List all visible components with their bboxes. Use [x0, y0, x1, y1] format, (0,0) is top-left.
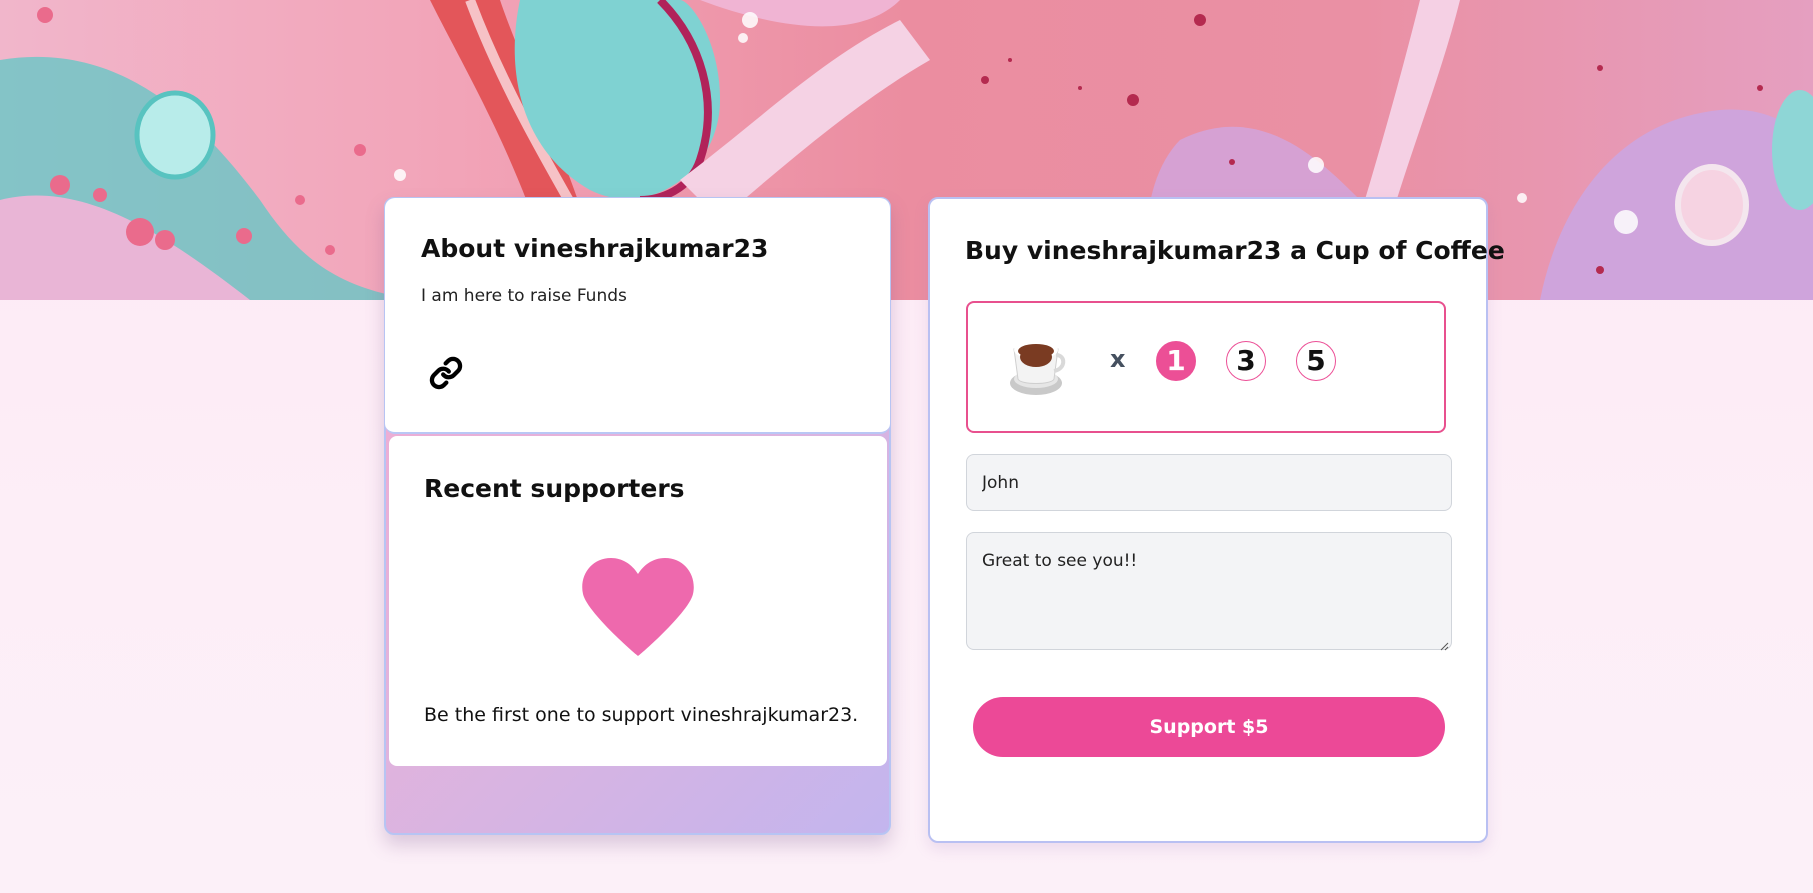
coffee-card: Buy vineshrajkumar23 a Cup of Coffee x 1…: [928, 197, 1505, 843]
heart-icon: [579, 554, 697, 658]
about-card: About vineshrajkumar23 I am here to rais…: [385, 198, 890, 434]
supporters-empty-message: Be the first one to support vineshrajkum…: [424, 704, 859, 726]
coffee-title: Buy vineshrajkumar23 a Cup of Coffee: [965, 236, 1505, 265]
about-description: I am here to raise Funds: [421, 286, 627, 306]
cover-banner: [0, 0, 1813, 300]
cover-image: [0, 0, 1813, 300]
about-title: About vineshrajkumar23: [421, 234, 769, 263]
supporters-card: Recent supporters Be the first one to su…: [389, 436, 887, 766]
coffee-cup-icon: [1008, 335, 1066, 397]
multiplier-sign: x: [1110, 345, 1126, 373]
quantity-option-5[interactable]: 5: [1296, 341, 1336, 381]
quantity-option-3[interactable]: 3: [1226, 341, 1266, 381]
supporters-title: Recent supporters: [424, 474, 685, 503]
link-icon[interactable]: [429, 356, 463, 390]
name-input[interactable]: [966, 454, 1452, 511]
resize-grip-icon[interactable]: [1439, 636, 1449, 651]
support-button[interactable]: Support $5: [973, 697, 1445, 757]
quantity-selector: x 1 3 5: [966, 301, 1446, 433]
message-input[interactable]: Great to see you!!: [966, 532, 1452, 650]
quantity-option-1[interactable]: 1: [1156, 341, 1196, 381]
